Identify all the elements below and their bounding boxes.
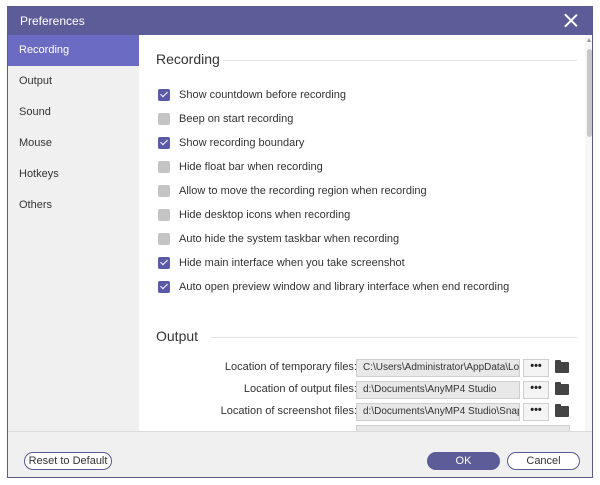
sidebar: Recording Output Sound Mouse Hotkeys Oth…	[8, 35, 139, 431]
dialog-footer: Reset to Default OK Cancel	[8, 431, 592, 477]
option-label: Auto hide the system taskbar when record…	[179, 233, 400, 245]
option-label: Auto open preview window and library int…	[179, 281, 510, 293]
option-label: Hide float bar when recording	[179, 161, 323, 173]
scroll-up-icon[interactable]	[587, 38, 591, 42]
checkbox-show-countdown[interactable]	[158, 89, 170, 101]
section-divider	[211, 337, 577, 338]
output-section-title: Output	[156, 328, 199, 344]
option-label: Show countdown before recording	[179, 89, 346, 101]
checkbox-move-region[interactable]	[158, 185, 170, 197]
folder-icon[interactable]	[555, 382, 569, 395]
checkbox-hide-taskbar[interactable]	[158, 233, 170, 245]
browse-button[interactable]: •••	[523, 403, 549, 421]
checkbox-hide-desktop-icons[interactable]	[158, 209, 170, 221]
option-show-boundary[interactable]: Show recording boundary	[158, 135, 304, 151]
sidebar-item-mouse[interactable]: Mouse	[8, 128, 139, 159]
title-bar: Preferences	[8, 7, 592, 35]
window-title: Preferences	[20, 14, 85, 28]
sidebar-item-recording[interactable]: Recording	[8, 35, 139, 66]
browse-button[interactable]: •••	[523, 381, 549, 399]
checkbox-auto-open-preview[interactable]	[158, 281, 170, 293]
screenshot-files-path[interactable]: d:\Documents\AnyMP4 Studio\Snap	[356, 403, 520, 421]
checkbox-beep-on-start[interactable]	[158, 113, 170, 125]
cancel-button[interactable]: Cancel	[507, 452, 580, 470]
settings-panel: Recording Show countdown before recordin…	[139, 35, 592, 431]
checkbox-show-boundary[interactable]	[158, 137, 170, 149]
option-label: Hide main interface when you take screen…	[179, 257, 405, 269]
folder-icon[interactable]	[555, 404, 569, 417]
browse-button[interactable]: •••	[523, 359, 549, 377]
close-icon[interactable]	[564, 13, 578, 27]
checkbox-hide-float-bar[interactable]	[158, 161, 170, 173]
checkbox-hide-main-interface[interactable]	[158, 257, 170, 269]
option-beep-on-start[interactable]: Beep on start recording	[158, 111, 293, 127]
scrollbar[interactable]	[585, 35, 592, 431]
file-location-label: Location of screenshot files:	[220, 405, 357, 417]
option-label: Beep on start recording	[179, 113, 294, 125]
section-divider	[223, 60, 577, 61]
option-hide-float-bar[interactable]: Hide float bar when recording	[158, 159, 323, 175]
temporary-files-row: Location of temporary files: C:\Users\Ad…	[139, 359, 579, 377]
reset-to-default-button[interactable]: Reset to Default	[24, 452, 112, 470]
option-auto-open-preview[interactable]: Auto open preview window and library int…	[158, 279, 509, 295]
option-label: Allow to move the recording region when …	[179, 185, 427, 197]
option-label: Hide desktop icons when recording	[179, 209, 351, 221]
sidebar-item-output[interactable]: Output	[8, 66, 139, 97]
option-show-countdown[interactable]: Show countdown before recording	[158, 87, 346, 103]
option-hide-desktop-icons[interactable]: Hide desktop icons when recording	[158, 207, 350, 223]
output-files-row: Location of output files: d:\Documents\A…	[139, 381, 579, 399]
file-location-label: Location of temporary files:	[224, 361, 357, 373]
option-hide-taskbar[interactable]: Auto hide the system taskbar when record…	[158, 231, 399, 247]
preferences-window: Preferences Recording Output Sound Mouse…	[7, 6, 593, 478]
file-location-label: Location of output files:	[243, 383, 357, 395]
recording-section-title: Recording	[156, 51, 220, 67]
scroll-thumb[interactable]	[587, 49, 592, 137]
option-hide-main-interface[interactable]: Hide main interface when you take screen…	[158, 255, 405, 271]
option-label: Show recording boundary	[179, 137, 305, 149]
option-move-region[interactable]: Allow to move the recording region when …	[158, 183, 427, 199]
temporary-files-path[interactable]: C:\Users\Administrator\AppData\Lo	[356, 359, 520, 377]
sidebar-item-others[interactable]: Others	[8, 190, 139, 221]
ok-button[interactable]: OK	[427, 452, 500, 470]
screenshot-files-row: Location of screenshot files: d:\Documen…	[139, 403, 579, 421]
output-files-path[interactable]: d:\Documents\AnyMP4 Studio	[356, 381, 520, 399]
folder-icon[interactable]	[555, 360, 569, 373]
sidebar-item-sound[interactable]: Sound	[8, 97, 139, 128]
sidebar-item-hotkeys[interactable]: Hotkeys	[8, 159, 139, 190]
